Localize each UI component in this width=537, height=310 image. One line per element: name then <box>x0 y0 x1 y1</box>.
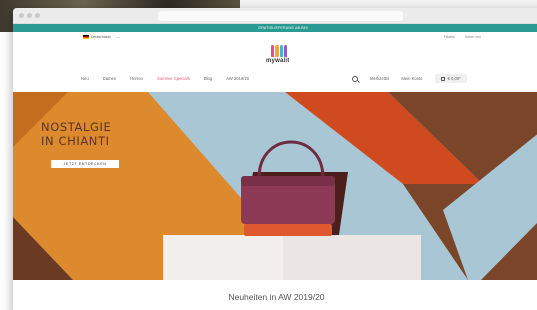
main-nav: Neu Damen Herren Sommer Specials Blog AW… <box>13 70 537 90</box>
nav-item-women[interactable]: Damen <box>103 76 117 81</box>
hero-title-line: NOSTALGIE <box>41 120 112 134</box>
logo-icon[interactable] <box>271 45 287 57</box>
nav-item-men[interactable]: Herren <box>130 76 143 81</box>
hero-banner[interactable]: NOSTALGIE IN CHIANTI JETZT ENTDECKEN <box>13 92 537 280</box>
hero-title-line: IN CHIANTI <box>41 134 110 148</box>
utility-bar: Deutschland ⌄ Filialen Ueber uns <box>13 32 537 42</box>
nav-item-new[interactable]: Neu <box>81 76 89 81</box>
logo-bar <box>271 45 275 57</box>
browser-toolbar <box>13 8 537 24</box>
nav-menu: Neu Damen Herren Sommer Specials Blog AW… <box>81 76 249 81</box>
discover-button[interactable]: JETZT ENTDECKEN <box>51 160 119 168</box>
logo-bar <box>283 45 287 57</box>
cart-button[interactable]: € 0,00* <box>434 74 467 83</box>
search-icon[interactable] <box>352 75 358 82</box>
wishlist-link[interactable]: Merkzettel <box>370 76 389 81</box>
promo-banner: GRATISLIEFERUNG AB €49 <box>13 24 537 32</box>
window-minimize-icon[interactable] <box>27 13 32 18</box>
logo-area: mywalit <box>13 42 537 70</box>
country-selector[interactable]: Deutschland ⌄ <box>83 35 119 39</box>
chevron-down-icon: ⌄ <box>116 35 120 39</box>
stores-link[interactable]: Filialen <box>444 35 455 39</box>
nav-item-summer-specials[interactable]: Sommer Specials <box>157 76 190 81</box>
address-bar[interactable] <box>158 11 403 21</box>
nav-item-aw[interactable]: AW 2019/20 <box>226 76 249 81</box>
logo-bar <box>275 45 279 57</box>
window-maximize-icon[interactable] <box>35 13 40 18</box>
section-title: Neuheiten in AW 2019/20 <box>228 292 325 302</box>
about-link[interactable]: Ueber uns <box>465 35 481 39</box>
account-link[interactable]: Mein Konto <box>401 76 422 81</box>
logo-bar <box>279 45 283 57</box>
logo-text[interactable]: mywalit <box>266 58 289 64</box>
window-close-icon[interactable] <box>19 13 24 18</box>
promo-text: GRATISLIEFERUNG AB €49 <box>258 26 308 30</box>
german-flag-icon <box>83 35 89 39</box>
country-label: Deutschland <box>91 35 111 39</box>
hero-title: NOSTALGIE IN CHIANTI <box>41 120 111 148</box>
nav-actions: Merkzettel Mein Konto € 0,00* <box>352 74 467 83</box>
cart-total: € 0,00* <box>447 76 461 81</box>
nav-item-blog[interactable]: Blog <box>204 76 212 81</box>
cart-icon <box>440 76 445 81</box>
browser-window: GRATISLIEFERUNG AB €49 Deutschland ⌄ Fil… <box>13 8 537 310</box>
utility-links: Filialen Ueber uns <box>444 35 481 39</box>
